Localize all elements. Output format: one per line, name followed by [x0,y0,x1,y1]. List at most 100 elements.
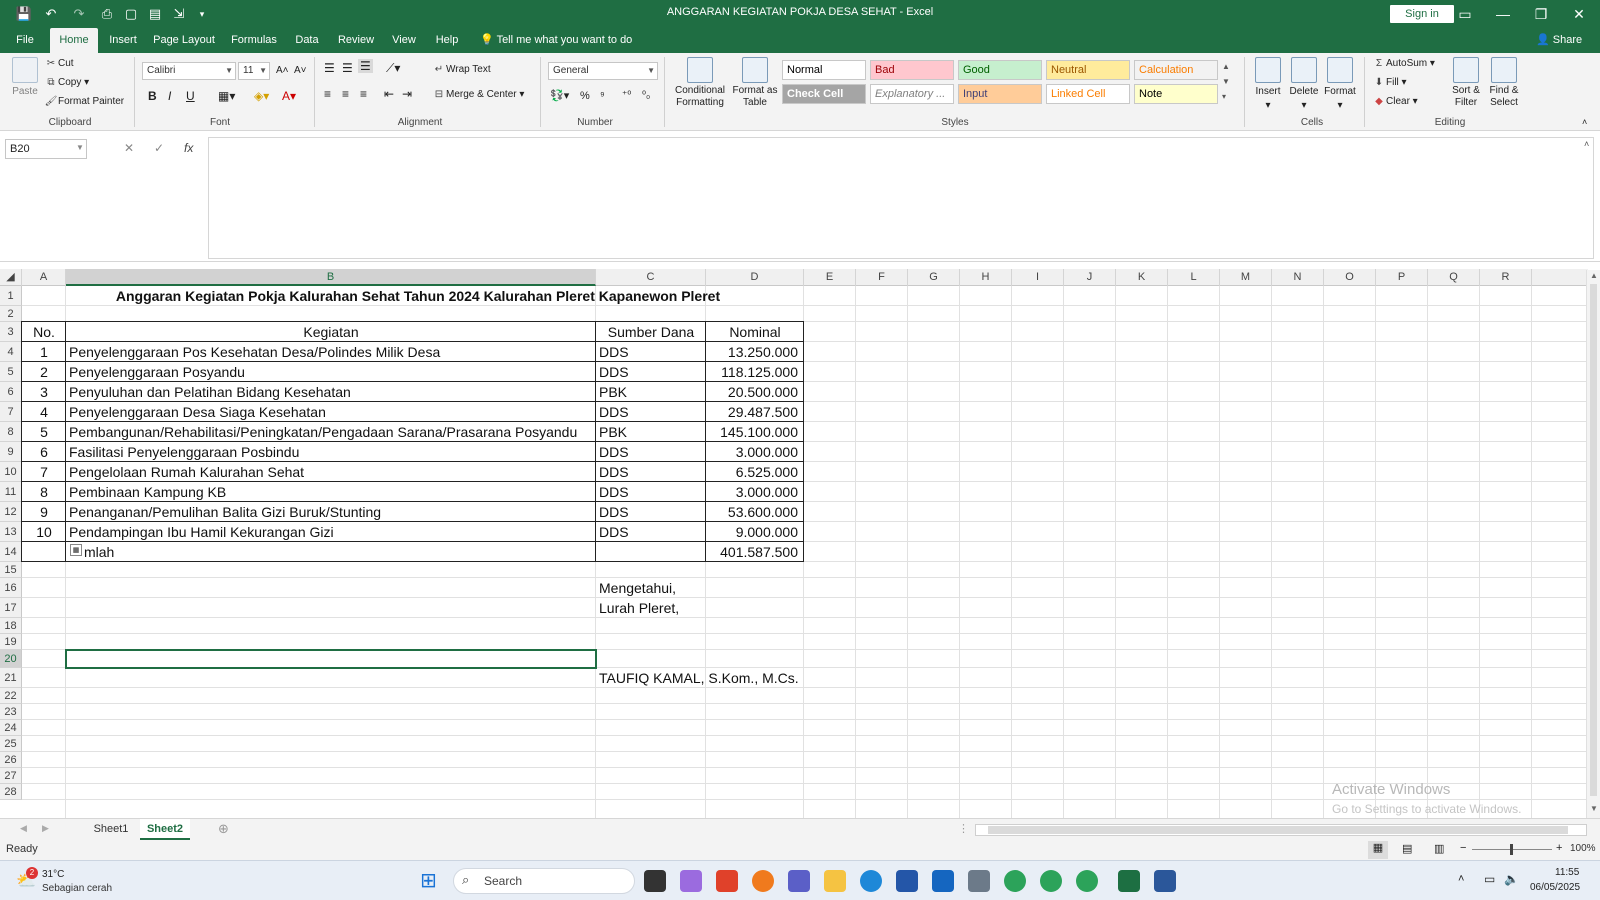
column-header-n[interactable]: N [1272,269,1324,286]
align-left-icon[interactable]: ≡ [324,87,331,101]
scroll-thumb[interactable] [988,826,1568,834]
camera-icon[interactable] [968,870,990,892]
teams-icon[interactable] [788,870,810,892]
name-box[interactable]: B20 [5,139,87,159]
page-break-view-icon[interactable]: ▥ [1434,842,1444,855]
scroll-down-icon[interactable]: ▼ [1590,804,1598,813]
sort-filter-button[interactable]: Sort & Filter [1446,57,1486,109]
form-icon[interactable]: ▤ [146,5,164,23]
find-select-button[interactable]: Find & Select [1484,57,1524,109]
row-header-6[interactable]: 6 [0,382,22,402]
ribbon-display-icon[interactable]: ▭ [1450,2,1480,26]
number-format-select[interactable]: General ▼ [548,62,658,80]
style-linked-cell[interactable]: Linked Cell [1046,84,1130,104]
customize-qat-icon[interactable]: ▾ [194,5,210,23]
insert-function-icon[interactable]: fx [184,141,193,155]
tray-overflow-icon[interactable]: ˄ [1458,873,1464,885]
copy-button[interactable]: ⧉ Copy ▾ [44,76,89,90]
column-header-m[interactable]: M [1220,269,1272,286]
decrease-indent-icon[interactable]: ⇤ [384,87,394,101]
tab-formulas[interactable]: Formulas [228,28,280,53]
sheet-tab-sheet1[interactable]: Sheet1 [86,819,136,840]
align-middle-icon[interactable]: ☰ [342,61,353,75]
align-top-icon[interactable]: ☰ [324,61,335,75]
scroll-thumb[interactable] [1590,284,1597,796]
row-header-16[interactable]: 16 [0,578,22,598]
column-header-j[interactable]: J [1064,269,1116,286]
new-file-icon[interactable]: ▢ [122,5,140,23]
orientation-icon[interactable]: ⟋▾ [386,61,400,75]
accounting-format-icon[interactable]: 💱▾ [550,89,569,103]
chrome-profile-icon[interactable] [1040,870,1062,892]
vertical-scrollbar[interactable]: ▲ ▼ [1586,270,1600,818]
row-header-4[interactable]: 4 [0,342,22,362]
clock-date[interactable]: 06/05/2025 [1530,882,1580,893]
row-header-12[interactable]: 12 [0,502,22,522]
file-explorer-icon[interactable] [824,870,846,892]
style-input[interactable]: Input [958,84,1042,104]
format-as-table-button[interactable]: Format as Table [730,57,780,109]
cut-button[interactable]: ✂ Cut [44,57,74,71]
column-header-d[interactable]: D [706,269,804,286]
zoom-level[interactable]: 100% [1570,843,1596,854]
align-bottom-icon[interactable]: ☰ [358,59,373,73]
delete-cells-button[interactable]: Delete ▾ [1288,57,1320,113]
insert-cells-button[interactable]: Insert ▾ [1252,57,1284,113]
excel-taskbar-icon[interactable] [1118,870,1140,892]
format-cells-button[interactable]: Format ▾ [1322,57,1358,113]
align-right-icon[interactable]: ≡ [360,87,367,101]
active-cell-selection[interactable] [65,649,597,669]
column-header-b[interactable]: B [66,269,596,286]
underline-button[interactable]: U [186,89,195,103]
font-size-select[interactable]: 11 ▼ [238,62,270,80]
chrome-icon[interactable] [1004,870,1026,892]
tab-help[interactable]: Help [430,28,464,53]
split-handle-icon[interactable]: ⋮ [958,822,969,835]
taskbar-search[interactable]: Search [453,868,635,894]
worksheet-grid[interactable]: ◢ A B C D E F G H I J K L M N O P Q R 1 2 3 4 5 6 7 8 9 10 11 12 13 14 1… [0,262,1588,818]
sheet-tab-sheet2[interactable]: Sheet2 [140,819,190,840]
word-taskbar-icon[interactable] [1154,870,1176,892]
row-header-11[interactable]: 11 [0,482,22,502]
collapse-formula-icon[interactable]: ˄ [1584,139,1589,149]
print-preview-icon[interactable]: ⎙ [98,5,116,23]
column-header-k[interactable]: K [1116,269,1168,286]
column-header-r[interactable]: R [1480,269,1532,286]
quick-analysis-icon[interactable]: ▦ [70,544,82,556]
enter-icon[interactable]: ✓ [154,141,164,155]
tell-me-box[interactable]: 💡 Tell me what you want to do [480,28,632,53]
italic-button[interactable]: I [168,89,171,103]
column-header-h[interactable]: H [960,269,1012,286]
font-color-icon[interactable]: A▾ [282,89,296,103]
add-sheet-icon[interactable]: ⊕ [218,821,229,837]
column-header-l[interactable]: L [1168,269,1220,286]
row-header-10[interactable]: 10 [0,462,22,482]
decrease-decimal-icon[interactable]: ⁰₀ [642,89,650,103]
normal-view-icon[interactable]: ▦ [1368,841,1388,859]
format-painter-button[interactable]: 🖌Format Painter [44,95,125,109]
column-header-f[interactable]: F [856,269,908,286]
style-good[interactable]: Good [958,60,1042,80]
page-layout-view-icon[interactable]: ▤ [1402,842,1412,855]
percent-icon[interactable]: % [580,89,590,103]
row-header-18[interactable]: 18 [0,618,22,634]
chrome-profile-2-icon[interactable] [1076,870,1098,892]
fill-button[interactable]: ⬇ Fill ▾ [1372,76,1407,90]
decrease-font-icon[interactable]: A˅ [294,64,307,78]
minimize-icon[interactable]: — [1488,2,1518,26]
paste-button[interactable]: Paste [10,57,40,99]
wrap-text-button[interactable]: ↵ Wrap Text [432,63,491,77]
select-all-corner[interactable]: ◢ [0,269,22,286]
conditional-formatting-button[interactable]: Conditional Formatting [672,57,728,109]
styles-scroll-icon[interactable]: ▲ ▼ ▾ [1222,59,1230,104]
prev-sheet-icon[interactable]: ◀ [20,823,27,834]
tab-view[interactable]: View [386,28,422,53]
row-header-17[interactable]: 17 [0,598,22,618]
increase-decimal-icon[interactable]: ⁺⁰ [622,89,631,103]
horizontal-scrollbar[interactable] [975,824,1587,836]
row-header-24[interactable]: 24 [0,720,22,736]
office-icon[interactable] [716,870,738,892]
style-explanatory[interactable]: Explanatory ... [870,84,954,104]
column-header-q[interactable]: Q [1428,269,1480,286]
style-calculation[interactable]: Calculation [1134,60,1218,80]
